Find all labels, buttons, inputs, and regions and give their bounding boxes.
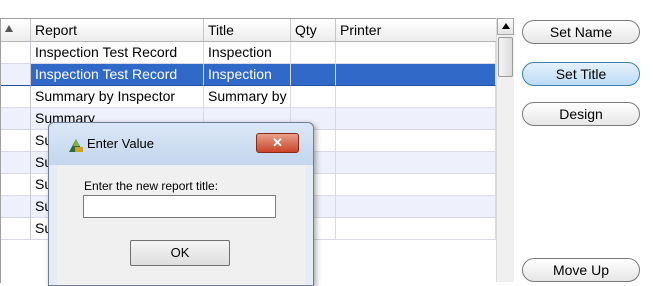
dialog-title: Enter Value xyxy=(87,136,154,151)
title-cell: Inspection xyxy=(204,42,291,64)
printer-cell xyxy=(336,108,496,130)
move-up-button[interactable]: Move Up xyxy=(522,258,640,282)
dialog-prompt: Enter the new report title: xyxy=(84,179,219,193)
column-header-title[interactable]: Title xyxy=(204,19,291,41)
title-cell: Inspection xyxy=(204,64,291,86)
scroll-thumb[interactable] xyxy=(498,37,513,77)
vertical-scrollbar[interactable] xyxy=(496,18,514,282)
title-cell: Summary by xyxy=(204,86,291,108)
dialog-titlebar[interactable]: Enter Value ✕ xyxy=(49,123,313,165)
column-header-printer[interactable]: Printer xyxy=(336,19,496,41)
column-header-qty[interactable]: Qty xyxy=(291,19,336,41)
printer-cell xyxy=(336,152,496,174)
row-indicator xyxy=(1,196,31,218)
close-icon: ✕ xyxy=(272,135,283,150)
printer-cell xyxy=(336,86,496,108)
report-cell: Inspection Test Record xyxy=(31,64,204,86)
sort-ascending-icon xyxy=(5,25,13,32)
dialog-body: Enter the new report title: OK xyxy=(57,165,305,285)
set-name-button[interactable]: Set Name xyxy=(522,20,640,44)
printer-cell xyxy=(336,218,496,240)
report-cell: Inspection Test Record xyxy=(31,42,204,64)
report-cell: Summary by Inspector xyxy=(31,86,204,108)
qty-cell xyxy=(291,86,336,108)
table-row[interactable]: Summary by Inspector Summary by xyxy=(1,86,496,108)
printer-cell xyxy=(336,196,496,218)
grid-header: Report Title Qty Printer xyxy=(1,19,496,42)
printer-cell xyxy=(336,42,496,64)
row-indicator xyxy=(1,108,31,130)
scroll-up-arrow-icon xyxy=(502,23,510,29)
window-top-edge xyxy=(0,0,653,17)
printer-cell xyxy=(336,174,496,196)
design-button[interactable]: Design xyxy=(522,102,640,126)
row-indicator xyxy=(1,86,31,108)
enter-value-dialog: Enter Value ✕ Enter the new report title… xyxy=(48,122,314,286)
scroll-up-button[interactable] xyxy=(497,18,514,35)
app-icon xyxy=(69,139,83,152)
printer-cell xyxy=(336,64,496,86)
printer-cell xyxy=(336,130,496,152)
row-indicator xyxy=(1,130,31,152)
qty-cell xyxy=(291,42,336,64)
row-indicator xyxy=(1,64,31,86)
table-row[interactable]: Inspection Test Record Inspection xyxy=(1,42,496,64)
report-title-input[interactable] xyxy=(83,195,276,218)
qty-cell xyxy=(291,64,336,86)
row-indicator-header[interactable] xyxy=(1,19,31,41)
close-button[interactable]: ✕ xyxy=(256,133,299,153)
row-indicator xyxy=(1,174,31,196)
set-title-button[interactable]: Set Title xyxy=(522,62,640,86)
row-indicator xyxy=(1,42,31,64)
row-indicator xyxy=(1,152,31,174)
column-header-report[interactable]: Report xyxy=(31,19,204,41)
ok-button[interactable]: OK xyxy=(130,240,230,266)
table-row[interactable]: Inspection Test Record Inspection xyxy=(1,64,496,86)
row-indicator xyxy=(1,218,31,240)
